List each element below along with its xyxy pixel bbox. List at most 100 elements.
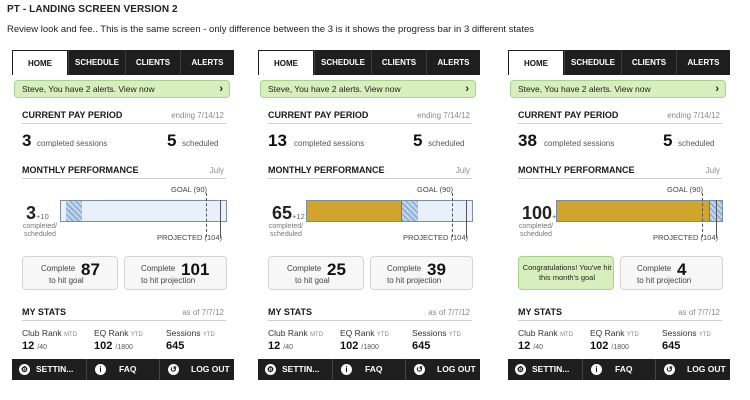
alerts-banner[interactable]: Steve, You have 2 alerts. View now › bbox=[260, 80, 476, 98]
sessions-suffix: YTD bbox=[202, 332, 215, 338]
gear-icon: ⚙ bbox=[265, 364, 276, 375]
sessions-label-text: Sessions bbox=[412, 328, 447, 338]
complete-to-goal-card: Congratulations! You've hit this month's… bbox=[518, 256, 614, 290]
divider bbox=[268, 320, 472, 321]
tab-clients[interactable]: CLIENTS bbox=[371, 50, 426, 75]
divider bbox=[518, 320, 722, 321]
tab-bar: HOME SCHEDULE CLIENTS ALERTS bbox=[12, 50, 234, 75]
performance-month: July bbox=[455, 166, 470, 175]
logout-button[interactable]: ↺ LOG OUT bbox=[657, 359, 730, 380]
faq-label: FAQ bbox=[615, 364, 633, 374]
faq-button[interactable]: i FAQ bbox=[334, 359, 406, 380]
tab-home[interactable]: HOME bbox=[12, 50, 68, 75]
tab-clients[interactable]: CLIENTS bbox=[125, 50, 180, 75]
stats-as-of: as of 7/7/12 bbox=[182, 308, 224, 317]
alerts-banner-text: Steve, You have 2 alerts. View now bbox=[268, 84, 401, 94]
eq-rank-suffix: YTD bbox=[376, 332, 389, 338]
complete-goal-label-top: Complete bbox=[41, 264, 76, 273]
club-rank-label: Club Rank MTD bbox=[518, 328, 573, 338]
complete-to-projection-card: Complete 101 to hit projection bbox=[124, 256, 227, 290]
settings-label: SETTIN... bbox=[532, 364, 570, 374]
progress-bar-scheduled bbox=[401, 201, 419, 221]
tab-alerts[interactable]: ALERTS bbox=[426, 50, 480, 75]
completed-sessions-count: 13 bbox=[268, 131, 287, 150]
progress-bar-fill bbox=[557, 201, 710, 221]
progress-bar bbox=[306, 200, 473, 222]
chevron-right-icon: › bbox=[465, 83, 469, 95]
stats-as-of: as of 7/7/12 bbox=[678, 308, 720, 317]
faq-label: FAQ bbox=[365, 364, 383, 374]
tab-bar: HOME SCHEDULE CLIENTS ALERTS bbox=[258, 50, 480, 75]
alerts-banner[interactable]: Steve, You have 2 alerts. View now › bbox=[14, 80, 230, 98]
eq-rank-label-text: EQ Rank bbox=[94, 328, 129, 338]
divider bbox=[268, 123, 472, 124]
complete-goal-label-bottom: to hit goal bbox=[295, 276, 330, 285]
settings-button[interactable]: ⚙ SETTIN... bbox=[12, 359, 87, 380]
club-rank-label-text: Club Rank bbox=[22, 328, 62, 338]
eq-rank-number: 102 bbox=[94, 340, 113, 352]
faq-button[interactable]: i FAQ bbox=[88, 359, 160, 380]
club-rank-suffix: MTD bbox=[310, 332, 324, 338]
sessions-label-text: Sessions bbox=[166, 328, 201, 338]
monthly-performance-title: MONTHLY PERFORMANCE bbox=[22, 165, 139, 175]
faq-button[interactable]: i FAQ bbox=[584, 359, 656, 380]
club-rank-number: 12 bbox=[518, 340, 531, 352]
tab-home[interactable]: HOME bbox=[258, 50, 314, 75]
eq-rank-label-text: EQ Rank bbox=[340, 328, 375, 338]
eq-rank-value: 102 /1800 bbox=[94, 340, 133, 352]
divider bbox=[518, 178, 722, 179]
alerts-banner[interactable]: Steve, You have 2 alerts. View now › bbox=[510, 80, 726, 98]
tab-alerts[interactable]: ALERTS bbox=[676, 50, 730, 75]
sessions-value: 645 bbox=[166, 340, 185, 352]
tab-schedule[interactable]: SCHEDULE bbox=[314, 50, 371, 75]
goal-label: GOAL (90) bbox=[171, 185, 207, 194]
logout-icon: ↺ bbox=[664, 364, 675, 375]
complete-proj-label-bottom: to hit projection bbox=[387, 276, 442, 285]
complete-proj-label-bottom: to hit projection bbox=[141, 276, 196, 285]
settings-button[interactable]: ⚙ SETTIN... bbox=[258, 359, 333, 380]
completed-sessions-label: completed sessions bbox=[544, 139, 615, 148]
settings-button[interactable]: ⚙ SETTIN... bbox=[508, 359, 583, 380]
monthly-performance-title: MONTHLY PERFORMANCE bbox=[268, 165, 385, 175]
eq-rank-total: /1800 bbox=[361, 344, 379, 351]
performance-sub-label: completed/ scheduled bbox=[22, 223, 58, 238]
pay-period-title: CURRENT PAY PERIOD bbox=[518, 110, 619, 120]
complete-to-projection-card: Complete 4 to hit projection bbox=[620, 256, 723, 290]
landing-screen-3: HOME SCHEDULE CLIENTS ALERTS Steve, You … bbox=[508, 50, 730, 380]
logout-button[interactable]: ↺ LOG OUT bbox=[407, 359, 480, 380]
eq-rank-total: /1800 bbox=[611, 344, 629, 351]
tab-alerts[interactable]: ALERTS bbox=[180, 50, 234, 75]
performance-plus: +10 bbox=[36, 212, 49, 221]
club-rank-value: 12 /40 bbox=[22, 340, 47, 352]
settings-label: SETTIN... bbox=[36, 364, 74, 374]
tab-schedule[interactable]: SCHEDULE bbox=[564, 50, 621, 75]
tab-clients[interactable]: CLIENTS bbox=[621, 50, 676, 75]
performance-value: 65+12 bbox=[272, 203, 305, 224]
sessions-value: 645 bbox=[412, 340, 431, 352]
progress-bar-scheduled bbox=[65, 201, 83, 221]
page-description: Review look and fee.. This is the same s… bbox=[7, 24, 535, 35]
my-stats-title: MY STATS bbox=[268, 307, 313, 317]
page-title: PT - LANDING SCREEN VERSION 2 bbox=[7, 4, 178, 15]
projected-label: PROJECTED (104) bbox=[652, 233, 718, 242]
landing-screen-2: HOME SCHEDULE CLIENTS ALERTS Steve, You … bbox=[258, 50, 480, 380]
club-rank-total: /40 bbox=[533, 344, 544, 351]
complete-to-goal-card: Complete 25 to hit goal bbox=[268, 256, 364, 290]
eq-rank-value: 102 /1800 bbox=[340, 340, 379, 352]
sessions-label: Sessions YTD bbox=[412, 328, 461, 338]
progress-bar bbox=[60, 200, 227, 222]
complete-to-goal-card: Complete 87 to hit goal bbox=[22, 256, 118, 290]
goal-marker bbox=[702, 193, 703, 237]
sessions-label-text: Sessions bbox=[662, 328, 697, 338]
logout-button[interactable]: ↺ LOG OUT bbox=[161, 359, 234, 380]
chevron-right-icon: › bbox=[219, 83, 223, 95]
alerts-banner-text: Steve, You have 2 alerts. View now bbox=[518, 84, 651, 94]
divider bbox=[22, 178, 226, 179]
progress-bar bbox=[556, 200, 723, 222]
performance-sub-label: completed/ scheduled bbox=[268, 223, 304, 238]
divider bbox=[22, 320, 226, 321]
eq-rank-number: 102 bbox=[340, 340, 359, 352]
tab-home[interactable]: HOME bbox=[508, 50, 564, 75]
tab-schedule[interactable]: SCHEDULE bbox=[68, 50, 125, 75]
performance-sub-label: completed/ scheduled bbox=[518, 223, 554, 238]
